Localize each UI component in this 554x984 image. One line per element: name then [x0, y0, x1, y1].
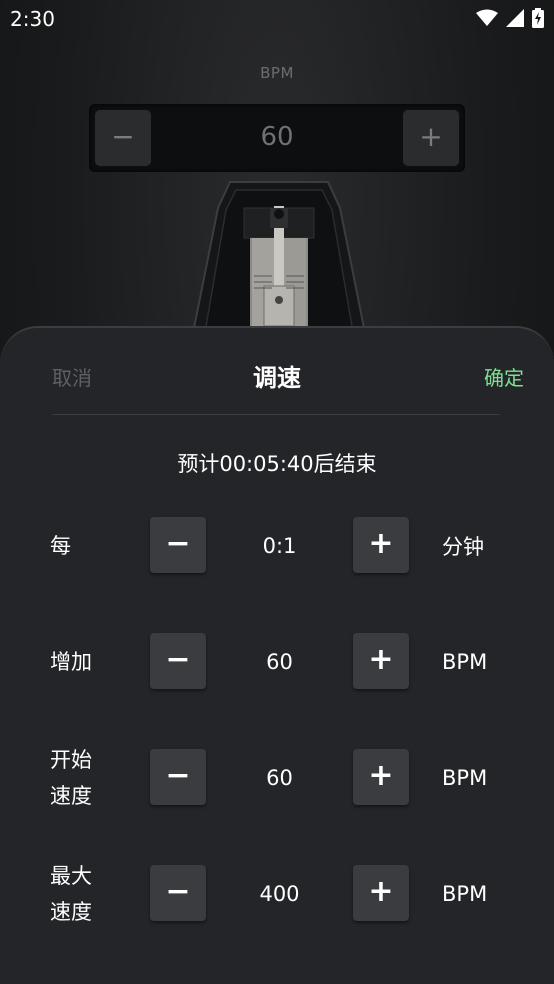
increment-label: 增加: [50, 650, 92, 674]
sheet-title: 调速: [253, 364, 301, 392]
interval-label: 每: [50, 534, 71, 558]
metronome-illustration: [190, 181, 368, 338]
interval-row: 每 − 0:1 + 分钟: [0, 517, 554, 575]
start-speed-label-line1: 开始: [50, 748, 92, 772]
max-speed-row: 最大 速度 − 400 + BPM: [0, 864, 554, 924]
max-speed-value: 400: [259, 882, 300, 906]
increment-row: 增加 − 60 + BPM: [0, 633, 554, 691]
start-speed-label-line2: 速度: [50, 784, 92, 808]
bpm-label: BPM: [260, 64, 294, 82]
bpm-increase-button[interactable]: +: [403, 110, 459, 166]
start-speed-decrease-button[interactable]: −: [150, 749, 206, 805]
increment-increase-button[interactable]: +: [353, 633, 409, 689]
start-speed-row: 开始 速度 − 60 + BPM: [0, 748, 554, 808]
sheet-divider: [52, 414, 500, 415]
max-speed-unit: BPM: [442, 882, 488, 906]
battery-charging-icon: [532, 8, 544, 28]
bpm-control: − 60 +: [89, 104, 465, 172]
confirm-button[interactable]: 确定: [484, 362, 524, 391]
max-speed-label: 最大 速度: [50, 858, 92, 930]
speed-adjust-sheet: 取消 调速 确定 预计00:05:40后结束 每 − 0:1 + 分钟 增加 −…: [0, 326, 554, 984]
increment-decrease-button[interactable]: −: [150, 633, 206, 689]
start-speed-increase-button[interactable]: +: [353, 749, 409, 805]
start-speed-label: 开始 速度: [50, 742, 92, 814]
max-speed-label-line2: 速度: [50, 900, 92, 924]
increment-value: 60: [266, 650, 293, 674]
start-speed-value: 60: [266, 766, 293, 790]
max-speed-increase-button[interactable]: +: [353, 865, 409, 921]
max-speed-decrease-button[interactable]: −: [150, 865, 206, 921]
max-speed-label-line1: 最大: [50, 864, 92, 888]
interval-value: 0:1: [262, 534, 297, 558]
wifi-icon: [476, 9, 498, 26]
status-icons: [476, 8, 544, 28]
signal-icon: [506, 9, 524, 27]
start-speed-unit: BPM: [442, 766, 488, 790]
interval-decrease-button[interactable]: −: [150, 517, 206, 573]
interval-increase-button[interactable]: +: [353, 517, 409, 573]
interval-unit: 分钟: [442, 535, 484, 559]
status-bar: 2:30: [0, 0, 554, 38]
increment-unit: BPM: [442, 650, 488, 674]
estimate-text: 预计00:05:40后结束: [177, 452, 377, 476]
status-time: 2:30: [10, 7, 55, 31]
